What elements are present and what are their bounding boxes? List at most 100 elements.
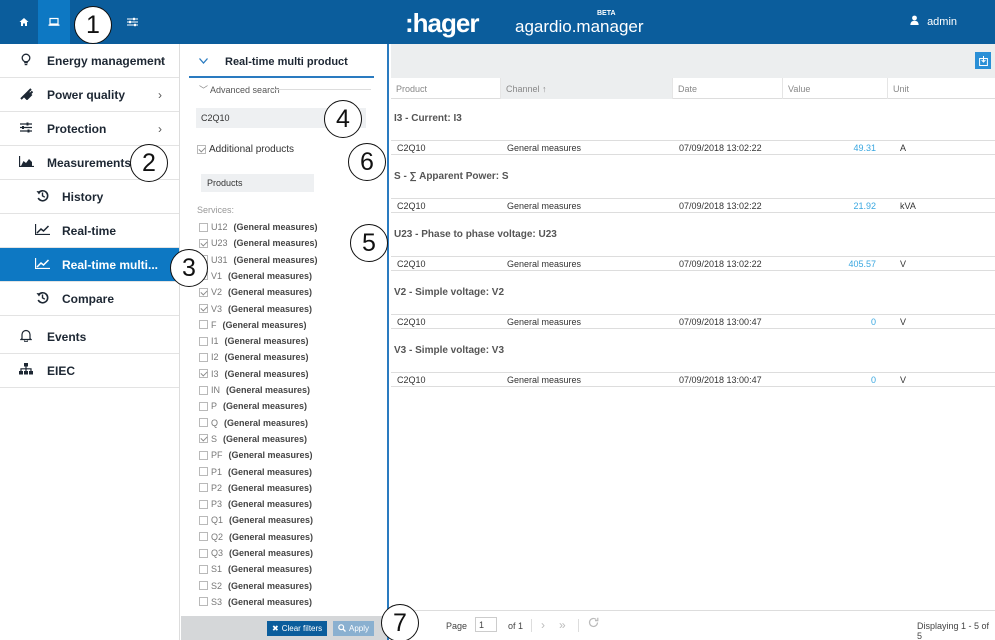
service-checkbox[interactable]: IN (General measures) [199, 385, 310, 395]
service-checkbox[interactable]: P2 (General measures) [199, 483, 312, 493]
sidebar-item-compare[interactable]: Compare [0, 282, 179, 316]
table-row[interactable]: C2Q10 General measures 07/09/2018 13:02:22… [391, 198, 995, 213]
column-header-product[interactable]: Product [391, 78, 501, 99]
additional-products-checkbox[interactable]: Additional products [197, 144, 294, 155]
service-checkbox[interactable]: S2 (General measures) [199, 581, 312, 591]
cell-channel: General measures [507, 201, 582, 211]
service-label: (General measures) [226, 385, 311, 395]
service-code: S3 [211, 596, 223, 607]
sidebar-item-label: Protection [47, 121, 107, 136]
service-code: Q1 [211, 515, 224, 526]
service-checkbox[interactable]: I3 (General measures) [199, 369, 309, 379]
table-row[interactable]: C2Q10 General measures 07/09/2018 13:00:47… [391, 372, 995, 387]
apply-label: Apply [349, 624, 370, 633]
service-checkbox[interactable]: S3 (General measures) [199, 597, 312, 607]
service-checkbox[interactable]: Q (General measures) [199, 418, 308, 428]
last-page-icon[interactable]: » [559, 618, 566, 632]
page-input[interactable]: 1 [475, 617, 497, 632]
sidebar-item-eiec[interactable]: EIEC [0, 354, 179, 388]
service-checkbox[interactable]: I1 (General measures) [199, 336, 309, 346]
service-label: (General measures) [233, 254, 318, 265]
service-checkbox[interactable]: V3 (General measures) [199, 304, 312, 314]
sidebar-item-real-time[interactable]: Real-time [0, 214, 179, 248]
service-checkbox[interactable]: PF (General measures) [199, 450, 313, 460]
sidebar-item-protection[interactable]: Protection › [0, 112, 179, 146]
clear-filters-button[interactable]: ✖ Clear filters [267, 621, 328, 636]
product-name: agardio.manager [515, 17, 644, 36]
cell-date: 07/09/2018 13:00:47 [679, 317, 762, 327]
refresh-icon[interactable] [588, 617, 599, 631]
settings-button[interactable] [116, 0, 148, 44]
service-checkbox[interactable]: V2 (General measures) [199, 287, 312, 297]
divider [531, 619, 532, 632]
sidebar-item-history[interactable]: History [0, 180, 179, 214]
service-checkbox[interactable]: V1 (General measures) [199, 271, 312, 281]
service-checkbox[interactable]: I2 (General measures) [199, 352, 309, 362]
service-code: V1 [211, 270, 223, 281]
sidebar-item-energy-management[interactable]: Energy management › [0, 44, 179, 78]
bell-icon [18, 329, 34, 345]
service-code: P1 [211, 466, 223, 477]
cell-unit: kVA [900, 201, 916, 211]
service-code: S1 [211, 564, 223, 575]
checkbox-icon [199, 287, 208, 297]
sidebar-item-events[interactable]: Events [0, 320, 179, 354]
group-title: V2 - Simple voltage: V2 [394, 287, 505, 298]
home-button[interactable] [8, 0, 40, 44]
cell-channel: General measures [507, 375, 582, 385]
sidebar-item-label: Real-time multi... [62, 257, 159, 272]
service-checkbox[interactable]: Q2 (General measures) [199, 532, 313, 542]
products-select[interactable]: Products [201, 174, 314, 192]
advanced-search-toggle[interactable]: ﹀ Advanced search [199, 83, 280, 96]
sidebar-item-real-time-multi[interactable]: Real-time multi... [0, 248, 179, 282]
service-checkbox[interactable]: P (General measures) [199, 401, 307, 411]
checkbox-icon [199, 564, 208, 574]
column-header-value[interactable]: Value [783, 78, 888, 99]
service-code: V3 [211, 303, 223, 314]
next-page-icon[interactable]: › [541, 618, 545, 632]
service-code: Q2 [211, 531, 224, 542]
checkbox-icon [199, 515, 208, 525]
checkbox-icon [199, 581, 208, 591]
column-header-unit[interactable]: Unit [888, 78, 995, 99]
apply-button[interactable]: Apply [333, 621, 375, 636]
service-code: S2 [211, 580, 223, 591]
panel-header[interactable]: Real-time multi product [189, 44, 374, 78]
sidebar-item-label: Real-time [62, 223, 117, 238]
service-checkbox[interactable]: F (General measures) [199, 320, 307, 330]
service-checkbox[interactable]: S (General measures) [199, 434, 307, 444]
sidebar-item-power-quality[interactable]: Power quality › [0, 78, 179, 112]
column-header-channel[interactable]: Channel ↑ [501, 78, 673, 99]
cell-product: C2Q10 [397, 143, 426, 153]
callout-4: 4 [324, 100, 362, 138]
monitor-button[interactable] [38, 0, 70, 44]
service-checkbox[interactable]: U23 (General measures) [199, 238, 318, 248]
export-button[interactable] [975, 52, 991, 69]
service-checkbox[interactable]: P1 (General measures) [199, 467, 312, 477]
table-row[interactable]: C2Q10 General measures 07/09/2018 13:02:22… [391, 140, 995, 155]
sidebar-item-label: Power quality [47, 87, 126, 102]
checkbox-icon [199, 304, 208, 313]
service-checkbox[interactable]: S1 (General measures) [199, 564, 312, 574]
service-checkbox[interactable]: U31 (General measures) [199, 255, 318, 265]
service-checkbox[interactable]: P3 (General measures) [199, 499, 312, 509]
line-chart-icon [34, 223, 50, 238]
table-row[interactable]: C2Q10 General measures 07/09/2018 13:00:47… [391, 314, 995, 329]
column-header-date[interactable]: Date [673, 78, 783, 99]
table-row[interactable]: C2Q10 General measures 07/09/2018 13:02:22… [391, 256, 995, 271]
service-checkbox[interactable]: U12 (General measures) [199, 222, 318, 232]
service-code: I3 [211, 368, 219, 379]
checkbox-icon [199, 548, 208, 558]
service-code: V2 [211, 287, 223, 298]
history-icon [34, 189, 50, 205]
service-checkbox[interactable]: Q1 (General measures) [199, 515, 313, 525]
checkbox-icon [199, 450, 208, 460]
callout-7: 7 [381, 604, 419, 640]
chart-area-icon [18, 155, 34, 170]
chevron-right-icon: › [158, 87, 162, 102]
user-menu[interactable]: admin [910, 15, 957, 28]
checkbox-icon [199, 336, 208, 346]
group-title: I3 - Current: I3 [394, 113, 462, 124]
checkbox-icon [199, 385, 208, 395]
service-checkbox[interactable]: Q3 (General measures) [199, 548, 313, 558]
